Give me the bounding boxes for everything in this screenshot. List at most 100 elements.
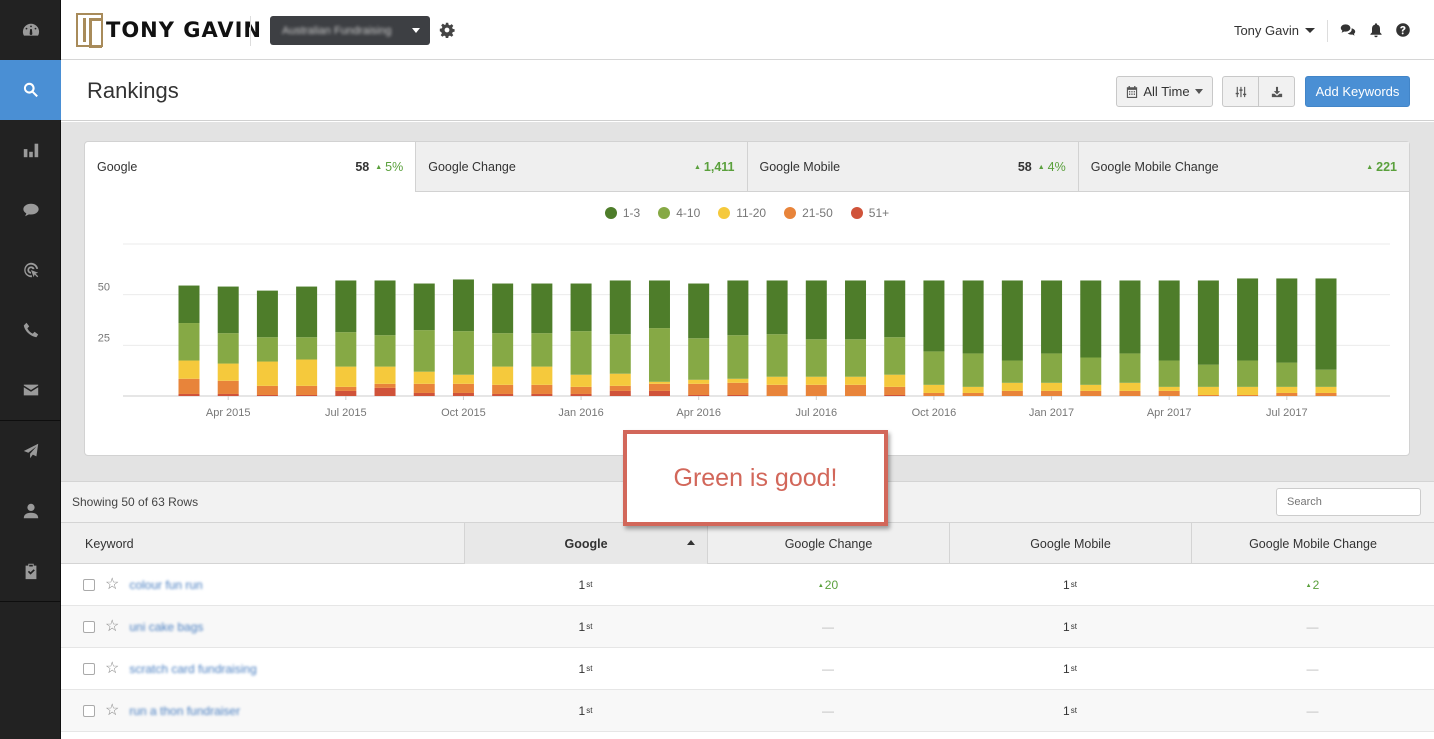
bar-segment-51-plus[interactable] — [374, 387, 396, 396]
date-range-dropdown[interactable]: All Time — [1116, 76, 1213, 107]
star-icon[interactable]: ☆ — [105, 618, 119, 635]
bar-stack[interactable] — [727, 280, 749, 396]
bar-segment-11-20[interactable] — [296, 359, 318, 386]
bar-segment-21-50[interactable] — [452, 383, 474, 393]
bar-segment-21-50[interactable] — [884, 386, 906, 395]
bar-segment-51-plus[interactable] — [452, 392, 474, 396]
bar-segment-1-3[interactable] — [296, 286, 318, 338]
bar-segment-1-3[interactable] — [374, 280, 396, 336]
bar-segment-11-20[interactable] — [884, 374, 906, 387]
bar-segment-11-20[interactable] — [178, 360, 200, 379]
bar-segment-11-20[interactable] — [1080, 384, 1102, 391]
bar-segment-11-20[interactable] — [648, 381, 670, 384]
settings-button[interactable] — [439, 22, 455, 39]
bar-segment-1-3[interactable] — [1158, 280, 1180, 361]
bar-segment-1-3[interactable] — [335, 280, 357, 333]
bar-segment-51-plus[interactable] — [413, 392, 435, 396]
star-icon[interactable]: ☆ — [105, 660, 119, 677]
sidebar-item-calls[interactable] — [0, 300, 61, 360]
bar-segment-1-3[interactable] — [1315, 278, 1337, 370]
bar-segment-4-10[interactable] — [178, 323, 200, 361]
bar-segment-1-3[interactable] — [452, 279, 474, 332]
bar-segment-4-10[interactable] — [335, 332, 357, 367]
bar-segment-21-50[interactable] — [766, 384, 788, 396]
bar-segment-4-10[interactable] — [648, 328, 670, 382]
bar-segment-11-20[interactable] — [1197, 386, 1219, 395]
column-header-keyword[interactable]: Keyword — [61, 523, 464, 564]
bar-stack[interactable] — [374, 280, 396, 396]
bar-stack[interactable] — [1080, 280, 1102, 396]
bar-stack[interactable] — [1197, 280, 1219, 396]
sidebar-item-rankings[interactable] — [0, 60, 61, 120]
bar-segment-11-20[interactable] — [609, 373, 631, 386]
bar-segment-51-plus[interactable] — [688, 394, 710, 396]
bar-segment-51-plus[interactable] — [296, 394, 318, 396]
bar-stack[interactable] — [962, 280, 984, 396]
legend-item-51-plus[interactable]: 51+ — [850, 206, 889, 220]
bar-stack[interactable] — [335, 280, 357, 396]
bar-stack[interactable] — [1237, 278, 1259, 396]
bar-segment-21-50[interactable] — [688, 383, 710, 395]
bar-segment-1-3[interactable] — [1237, 278, 1259, 361]
bar-segment-51-plus[interactable] — [217, 393, 239, 396]
sidebar-item-email[interactable] — [0, 360, 61, 420]
bar-segment-21-50[interactable] — [648, 383, 670, 391]
bar-stack[interactable] — [609, 280, 631, 396]
bar-stack[interactable] — [1276, 278, 1298, 396]
bar-segment-11-20[interactable] — [923, 384, 945, 393]
bar-segment-11-20[interactable] — [217, 363, 239, 381]
sidebar-item-dashboard[interactable] — [0, 0, 61, 60]
bar-segment-11-20[interactable] — [1041, 382, 1063, 391]
bar-segment-4-10[interactable] — [609, 334, 631, 374]
bar-segment-1-3[interactable] — [492, 283, 514, 334]
bar-segment-4-10[interactable] — [374, 335, 396, 367]
bar-segment-1-3[interactable] — [609, 280, 631, 335]
bar-segment-21-50[interactable] — [1237, 394, 1259, 396]
bar-stack[interactable] — [452, 279, 474, 396]
bar-segment-51-plus[interactable] — [570, 393, 592, 396]
legend-item-11-20[interactable]: 11-20 — [718, 206, 766, 220]
bar-segment-21-50[interactable] — [296, 385, 318, 395]
bar-segment-11-20[interactable] — [1315, 386, 1337, 393]
bar-segment-1-3[interactable] — [1197, 280, 1219, 365]
bar-segment-11-20[interactable] — [452, 374, 474, 384]
bar-stack[interactable] — [217, 286, 239, 396]
column-header-google-mobile[interactable]: Google Mobile — [949, 523, 1191, 564]
notifications-button[interactable] — [1368, 22, 1384, 38]
bar-stack[interactable] — [492, 283, 514, 396]
bar-segment-1-3[interactable] — [727, 280, 749, 336]
bar-stack[interactable] — [1001, 280, 1023, 396]
filter-settings-button[interactable] — [1222, 76, 1259, 107]
bar-segment-21-50[interactable] — [531, 384, 553, 394]
bar-segment-4-10[interactable] — [492, 333, 514, 367]
bar-segment-21-50[interactable] — [1041, 390, 1063, 396]
bar-stack[interactable] — [1158, 280, 1180, 396]
bar-segment-4-10[interactable] — [727, 335, 749, 379]
keyword-link[interactable]: scratch card fundraising — [129, 662, 256, 676]
bar-segment-4-10[interactable] — [570, 331, 592, 375]
sidebar-item-campaigns[interactable] — [0, 421, 61, 481]
bar-segment-11-20[interactable] — [1158, 386, 1180, 391]
bar-segment-4-10[interactable] — [1315, 369, 1337, 387]
bar-segment-4-10[interactable] — [452, 331, 474, 375]
bar-segment-4-10[interactable] — [688, 338, 710, 380]
bar-segment-11-20[interactable] — [1001, 382, 1023, 391]
bar-segment-11-20[interactable] — [570, 374, 592, 387]
bar-segment-1-3[interactable] — [531, 283, 553, 334]
add-keywords-button[interactable]: Add Keywords — [1305, 76, 1410, 107]
bar-segment-4-10[interactable] — [256, 337, 278, 362]
bar-segment-21-50[interactable] — [1197, 394, 1219, 396]
bar-segment-1-3[interactable] — [1041, 280, 1063, 354]
keyword-link[interactable]: colour fun run — [129, 578, 202, 592]
bar-segment-21-50[interactable] — [335, 386, 357, 391]
help-button[interactable] — [1395, 22, 1411, 38]
row-checkbox[interactable] — [83, 662, 95, 675]
bar-segment-21-50[interactable] — [1119, 390, 1141, 396]
bar-segment-1-3[interactable] — [923, 280, 945, 352]
bar-segment-4-10[interactable] — [1001, 360, 1023, 383]
bar-stack[interactable] — [805, 280, 827, 396]
bar-segment-1-3[interactable] — [648, 280, 670, 329]
bar-stack[interactable] — [256, 290, 278, 396]
bar-segment-51-plus[interactable] — [531, 393, 553, 396]
bar-segment-4-10[interactable] — [923, 351, 945, 385]
